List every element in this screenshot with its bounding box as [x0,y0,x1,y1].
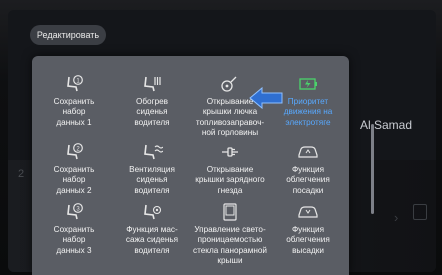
menu-item-label: Открывание крышки зарядного гнезда [195,165,265,195]
menu-item-charge-port[interactable]: Открывание крышки зарядного гнезда [190,142,270,196]
menu-item-seat-heating[interactable]: Обогрев сиденья водителя [112,74,192,128]
menu-item-seat-massage[interactable]: Функция мас- сажа сиденья водителя [112,202,192,256]
row-number: 2 [18,168,25,180]
menu-item-panoramic-roof[interactable]: Управление свето- проницаемостью стекла … [190,202,270,266]
menu-item-save-set-3[interactable]: 3 Сохранить набор данных 3 [34,202,114,256]
seat-ventilation-icon [144,144,163,160]
card-icon [413,204,427,220]
menu-item-label: Функция мас- сажа сиденья водителя [125,225,179,255]
profile-name: Al Samad [360,118,413,132]
seat-heating-icon [144,76,161,92]
menu-item-label: Управление свето- проницаемостью стекла … [192,225,268,265]
menu-item-label: Сохранить набор данных 2 [53,165,95,195]
easy-entry-icon [298,146,318,158]
seat-memory-2-icon: 2 [67,143,83,160]
quick-settings-menu: 1 Сохранить набор данных 1 Обогрев сиден… [32,56,374,275]
ev-priority-icon [299,78,317,90]
menu-item-save-set-1[interactable]: 1 Сохранить набор данных 1 [34,74,114,128]
easy-exit-icon [298,206,318,218]
seat-memory-1-icon: 1 [67,75,83,92]
chevron-right-icon: › [394,210,399,225]
arrow-left-icon [249,86,283,110]
menu-item-save-set-2[interactable]: 2 Сохранить набор данных 2 [34,142,114,196]
edit-button[interactable]: Редактировать [30,25,106,45]
menu-item-label: Функция облегчения посадки [286,165,330,195]
menu-item-label: Функция облегчения высадки [286,225,330,255]
menu-item-label: Вентиляция сиденья водителя [129,165,175,195]
fuel-door-icon [221,76,237,92]
menu-item-easy-exit[interactable]: Функция облегчения высадки [268,202,348,256]
charge-port-icon [222,147,238,157]
menu-item-label: Обогрев сиденья водителя [134,97,170,127]
menu-item-easy-entry[interactable]: Функция облегчения посадки [268,142,348,196]
seat-memory-3-icon: 3 [67,203,83,220]
panoramic-roof-icon [223,203,237,221]
scrollbar[interactable] [371,124,374,214]
menu-item-seat-ventilation[interactable]: Вентиляция сиденья водителя [112,142,192,196]
menu-item-label: Сохранить набор данных 3 [53,225,95,255]
seat-massage-icon [144,204,162,220]
menu-item-label: Сохранить набор данных 1 [53,97,95,127]
